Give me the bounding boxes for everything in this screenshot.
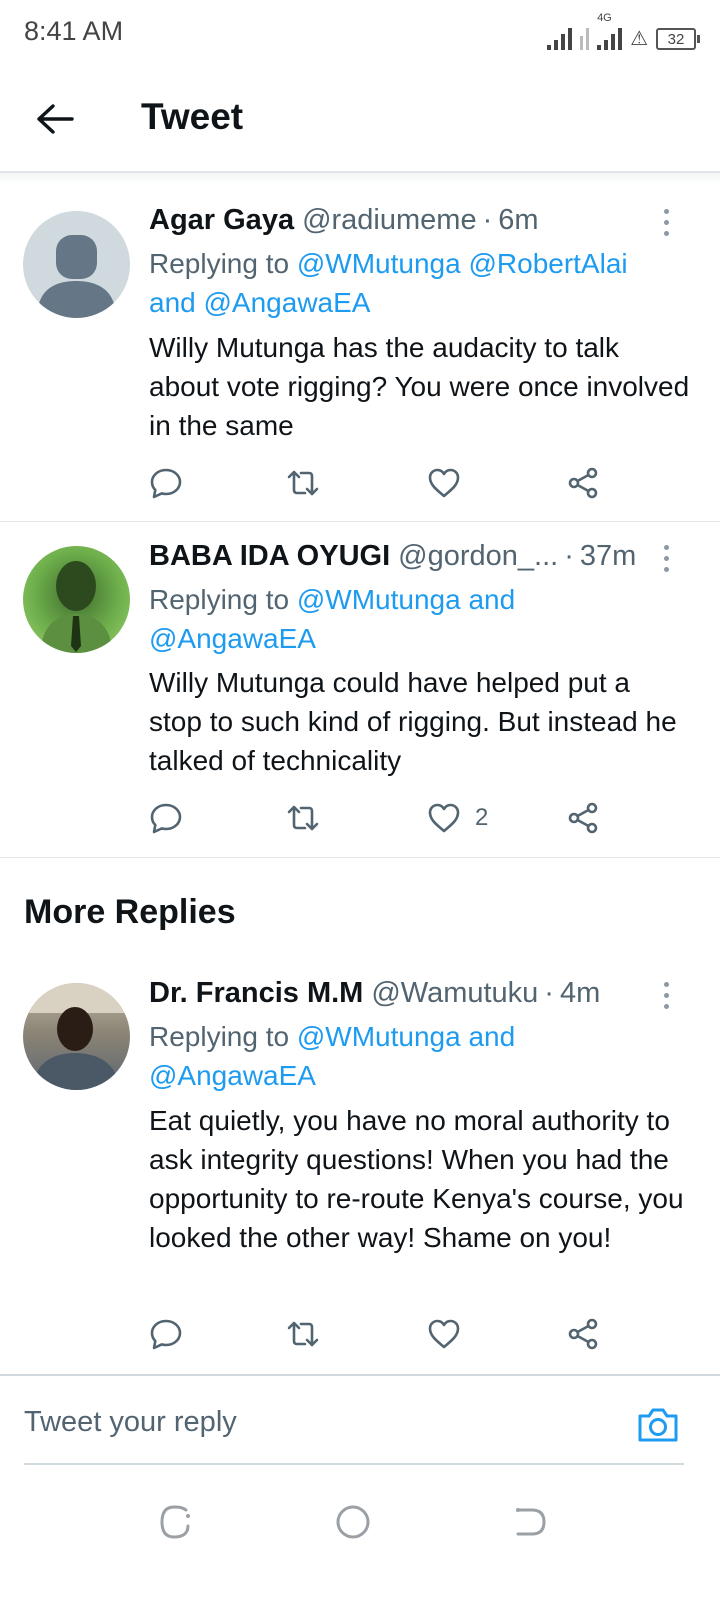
replying-to-prefix: Replying to <box>149 1021 290 1052</box>
author-handle[interactable]: @gordon_... <box>398 540 558 573</box>
tweet-text: Willy Mutunga could have helped put a st… <box>149 667 677 776</box>
author-handle[interactable]: @radiumeme <box>302 204 477 237</box>
replying-to: Replying to @WMutunga and @AngawaEA <box>149 580 680 658</box>
home-circle-icon <box>336 1505 370 1539</box>
heart-icon <box>428 468 460 498</box>
system-nav-bar <box>0 1480 720 1600</box>
tweet-time: 37m <box>579 540 637 572</box>
separator-dot: · <box>544 977 554 1009</box>
retweet-button[interactable] <box>286 798 320 838</box>
network-label: 4G <box>597 12 612 24</box>
tweet-header: Dr. Francis M.M @Wamutuku · 4m <box>149 977 660 1010</box>
retweet-button[interactable] <box>286 1314 320 1354</box>
avatar[interactable] <box>23 546 130 653</box>
profile-photo <box>41 561 112 653</box>
reply-tweet[interactable]: BABA IDA OYUGI @gordon_... · 37m Replyin… <box>0 522 720 858</box>
more-options-button[interactable] <box>652 204 680 240</box>
separator-dot: · <box>564 540 574 572</box>
camera-icon <box>638 1408 678 1442</box>
reply-composer: Tweet your reply <box>0 1374 720 1466</box>
tweet-time: 4m <box>559 977 601 1009</box>
camera-button[interactable] <box>636 1404 680 1444</box>
more-options-button[interactable] <box>652 540 680 576</box>
reply-tweet[interactable]: Agar Gaya @radiumeme · 6m Replying to @W… <box>0 184 720 522</box>
header-divider <box>0 172 720 184</box>
warning-icon: ⚠ <box>630 28 648 50</box>
battery-icon: 32 <box>656 28 700 50</box>
reply-input[interactable]: Tweet your reply <box>24 1406 237 1439</box>
replying-to: Replying to @WMutunga and @AngawaEA <box>149 1017 680 1095</box>
replying-to: Replying to @WMutunga @RobertAlai and @A… <box>149 244 680 322</box>
composer-underline <box>24 1463 684 1465</box>
data-transfer-icon <box>580 26 590 50</box>
signal-icon-secondary <box>597 26 623 50</box>
tweet-actions <box>149 1314 609 1354</box>
status-bar: 8:41 AM 4G ⚠ 32 <box>0 0 720 66</box>
reply-icon <box>150 1319 182 1350</box>
reply-button[interactable] <box>149 1314 183 1354</box>
top-app-bar: Tweet <box>0 66 720 172</box>
tweet-header: Agar Gaya @radiumeme · 6m <box>149 204 660 237</box>
replying-to-prefix: Replying to <box>149 248 290 279</box>
separator-dot: · <box>482 204 493 236</box>
back-nav-button[interactable] <box>510 1502 550 1542</box>
author-handle[interactable]: @Wamutuku <box>371 977 538 1010</box>
back-nav-icon <box>516 1508 546 1536</box>
retweet-icon <box>287 805 319 831</box>
default-avatar-icon <box>37 235 116 318</box>
reply-tweet[interactable]: Dr. Francis M.M @Wamutuku · 4m Replying … <box>0 958 720 1374</box>
tweet-header: BABA IDA OYUGI @gordon_... · 37m <box>149 540 660 573</box>
heart-icon <box>428 803 460 833</box>
home-button[interactable] <box>333 1502 373 1542</box>
reply-icon <box>150 803 182 834</box>
recent-apps-icon <box>160 1505 190 1539</box>
page-title: Tweet <box>141 96 244 137</box>
profile-photo <box>23 983 130 1090</box>
author-name[interactable]: Agar Gaya <box>149 204 294 237</box>
share-icon <box>568 1318 598 1350</box>
more-replies-heading: More Replies <box>24 893 236 931</box>
arrow-left-icon <box>37 104 74 134</box>
signal-icon <box>547 26 573 50</box>
reply-icon <box>150 468 182 499</box>
heart-icon <box>428 1319 460 1349</box>
like-button[interactable]: 2 <box>427 798 488 838</box>
replying-to-prefix: Replying to <box>149 584 290 615</box>
tweet-actions <box>149 463 609 503</box>
like-button[interactable] <box>427 463 475 503</box>
avatar[interactable] <box>23 211 130 318</box>
author-name[interactable]: BABA IDA OYUGI <box>149 540 390 573</box>
share-icon <box>568 467 598 499</box>
back-button[interactable] <box>30 94 80 144</box>
retweet-button[interactable] <box>286 463 320 503</box>
tweet-text: Willy Mutunga has the audacity to talk a… <box>149 332 690 441</box>
battery-level: 32 <box>667 30 685 48</box>
avatar[interactable] <box>23 983 130 1090</box>
network-type: 4G <box>597 12 623 50</box>
retweet-icon <box>287 1321 319 1347</box>
share-button[interactable] <box>566 1314 600 1354</box>
share-icon <box>568 802 598 834</box>
tweet-actions: 2 <box>149 798 609 838</box>
like-button[interactable] <box>427 1314 475 1354</box>
status-icons: 4G ⚠ 32 <box>547 12 700 50</box>
tweet-time: 6m <box>498 204 539 236</box>
retweet-icon <box>287 470 319 496</box>
share-button[interactable] <box>566 798 600 838</box>
status-time: 8:41 AM <box>24 16 124 46</box>
more-options-button[interactable] <box>652 977 680 1013</box>
author-name[interactable]: Dr. Francis M.M <box>149 977 363 1010</box>
share-button[interactable] <box>566 463 600 503</box>
reply-button[interactable] <box>149 798 183 838</box>
tweet-text: Eat quietly, you have no moral authority… <box>149 1105 684 1253</box>
reply-button[interactable] <box>149 463 183 503</box>
recent-apps-button[interactable] <box>156 1502 196 1542</box>
like-count: 2 <box>475 804 489 831</box>
